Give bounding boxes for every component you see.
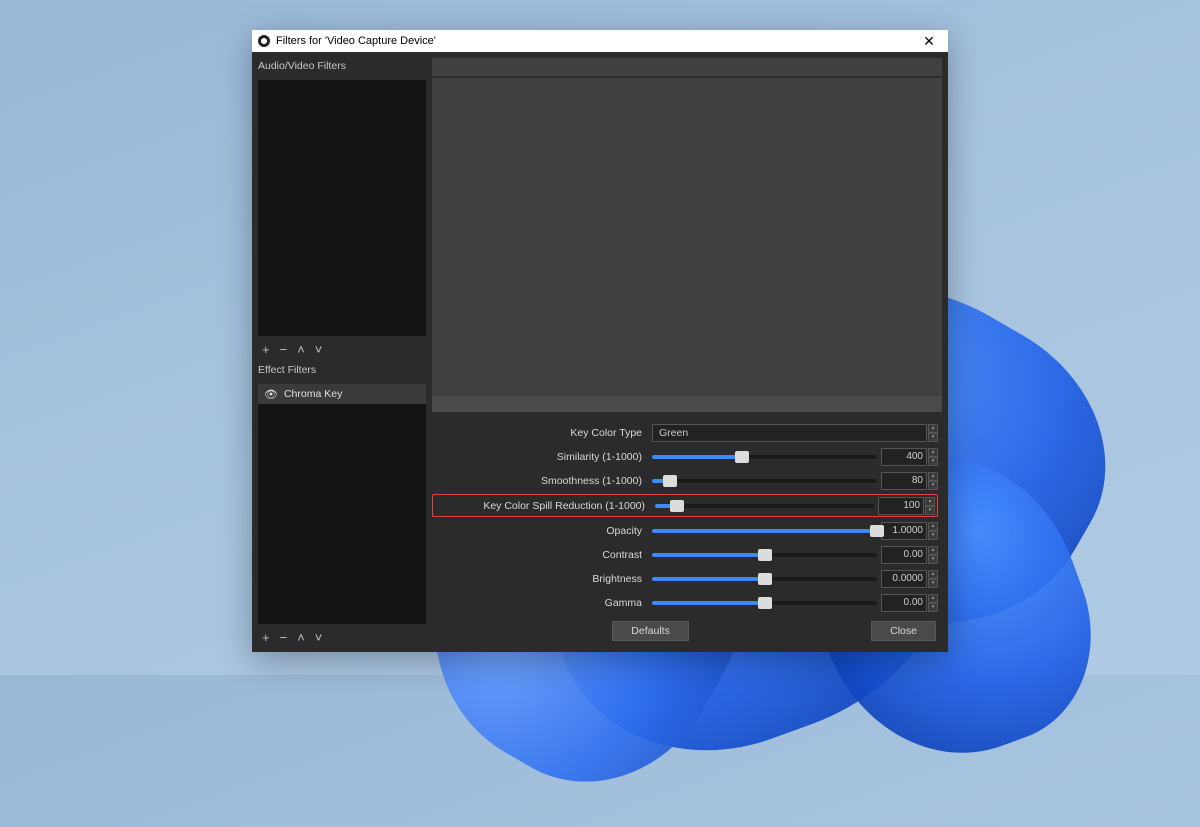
preview-top-strip (432, 58, 942, 76)
key-color-type-select[interactable]: Green (652, 424, 927, 442)
effect-filters-toolbar: + − ˄ ˅ (258, 628, 426, 646)
preview-bottom-strip (432, 396, 942, 412)
effect-filter-item[interactable]: 👁 Chroma Key (258, 384, 426, 404)
filter-properties-panel: Key Color Type Green ▴▾ Similarity (1-10… (432, 58, 942, 646)
spill-spinner[interactable]: ▴▾ (925, 497, 935, 515)
brightness-spinner[interactable]: ▴▾ (928, 570, 938, 588)
similarity-slider[interactable] (652, 455, 877, 459)
brightness-value[interactable]: 0.0000 (881, 570, 927, 588)
prop-spill-reduction: Key Color Spill Reduction (1-1000) 100 ▴… (432, 494, 938, 517)
similarity-label: Similarity (1-1000) (432, 451, 648, 463)
contrast-value[interactable]: 0.00 (881, 546, 927, 564)
smoothness-slider[interactable] (652, 479, 877, 483)
smoothness-value[interactable]: 80 (881, 472, 927, 490)
prop-contrast: Contrast 0.00 ▴▾ (432, 544, 938, 565)
contrast-spinner[interactable]: ▴▾ (928, 546, 938, 564)
similarity-spinner[interactable]: ▴▾ (928, 448, 938, 466)
spill-value[interactable]: 100 (878, 497, 924, 515)
effect-filters-list[interactable]: 👁 Chroma Key (258, 384, 426, 624)
add-effect-filter-button[interactable]: + (262, 631, 270, 644)
opacity-spinner[interactable]: ▴▾ (928, 522, 938, 540)
spill-label: Key Color Spill Reduction (1-1000) (435, 500, 651, 512)
window-close-button[interactable]: ✕ (916, 32, 942, 50)
key-color-type-spinner[interactable]: ▴▾ (928, 424, 938, 442)
move-audio-filter-down-button[interactable]: ˅ (315, 343, 323, 356)
remove-audio-filter-button[interactable]: − (280, 343, 288, 356)
smoothness-label: Smoothness (1-1000) (432, 475, 648, 487)
audio-filters-list[interactable] (258, 80, 426, 336)
gamma-value[interactable]: 0.00 (881, 594, 927, 612)
spill-slider[interactable] (655, 504, 874, 508)
move-effect-filter-up-button[interactable]: ˄ (297, 631, 305, 644)
filters-dialog: Filters for 'Video Capture Device' ✕ Aud… (252, 30, 948, 652)
brightness-label: Brightness (432, 573, 648, 585)
titlebar: Filters for 'Video Capture Device' ✕ (252, 30, 948, 52)
defaults-button[interactable]: Defaults (612, 621, 689, 641)
move-effect-filter-down-button[interactable]: ˅ (315, 631, 323, 644)
similarity-value[interactable]: 400 (881, 448, 927, 466)
add-audio-filter-button[interactable]: + (262, 343, 270, 356)
properties-list: Key Color Type Green ▴▾ Similarity (1-10… (432, 422, 942, 616)
window-title: Filters for 'Video Capture Device' (276, 35, 436, 47)
audio-filters-toolbar: + − ˄ ˅ (258, 340, 426, 358)
effect-filter-label: Chroma Key (284, 388, 342, 400)
effect-filters-header: Effect Filters (258, 362, 426, 380)
dialog-footer: Defaults Close (432, 616, 942, 646)
remove-effect-filter-button[interactable]: − (280, 631, 288, 644)
brightness-slider[interactable] (652, 577, 877, 581)
prop-brightness: Brightness 0.0000 ▴▾ (432, 568, 938, 589)
gamma-label: Gamma (432, 597, 648, 609)
prop-key-color-type: Key Color Type Green ▴▾ (432, 422, 938, 443)
filters-sidebar: Audio/Video Filters + − ˄ ˅ Effect Filte… (258, 58, 426, 646)
prop-gamma: Gamma 0.00 ▴▾ (432, 592, 938, 613)
contrast-label: Contrast (432, 549, 648, 561)
smoothness-spinner[interactable]: ▴▾ (928, 472, 938, 490)
filter-preview (432, 78, 942, 412)
obs-icon (258, 35, 270, 47)
visibility-icon[interactable]: 👁 (264, 388, 278, 401)
dialog-body: Audio/Video Filters + − ˄ ˅ Effect Filte… (252, 52, 948, 652)
move-audio-filter-up-button[interactable]: ˄ (297, 343, 305, 356)
opacity-label: Opacity (432, 525, 648, 537)
gamma-spinner[interactable]: ▴▾ (928, 594, 938, 612)
gamma-slider[interactable] (652, 601, 877, 605)
prop-opacity: Opacity 1.0000 ▴▾ (432, 520, 938, 541)
opacity-slider[interactable] (652, 529, 877, 533)
contrast-slider[interactable] (652, 553, 877, 557)
audio-filters-header: Audio/Video Filters (258, 58, 426, 76)
prop-smoothness: Smoothness (1-1000) 80 ▴▾ (432, 470, 938, 491)
key-color-type-label: Key Color Type (432, 427, 648, 439)
close-button[interactable]: Close (871, 621, 936, 641)
opacity-value[interactable]: 1.0000 (881, 522, 927, 540)
prop-similarity: Similarity (1-1000) 400 ▴▾ (432, 446, 938, 467)
